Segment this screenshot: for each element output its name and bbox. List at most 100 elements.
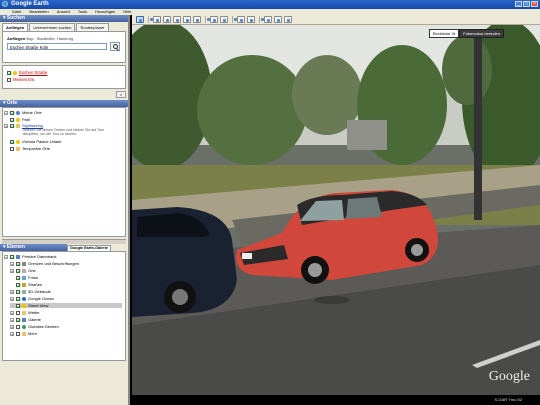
checkbox[interactable] (16, 268, 20, 273)
minimize-button[interactable]: _ (515, 1, 522, 7)
image-overlay-icon[interactable] (183, 16, 191, 23)
sidebar-toggle-icon[interactable] (136, 16, 144, 23)
weather-folder-icon (22, 310, 26, 315)
folder-icon (16, 146, 20, 151)
status-text: S-GAR Ymu 52 (494, 397, 523, 402)
expand-toggle[interactable]: + (10, 317, 14, 322)
maximize-button[interactable]: □ (523, 1, 530, 7)
globe-folder-icon (16, 110, 20, 115)
search-result-link[interactable]: Meinen Ew (13, 77, 34, 82)
checkbox[interactable] (10, 254, 14, 259)
search-result-link[interactable]: Eschen Straße (19, 70, 47, 75)
checkbox[interactable] (16, 296, 20, 301)
checkbox[interactable] (16, 324, 20, 329)
search-hint: Anfliegen Bsp.: Stadtmitte, Hamburg (7, 36, 73, 41)
tree-item[interactable]: Temporäre Orte (4, 146, 50, 151)
checkbox[interactable] (10, 139, 14, 144)
layer-item[interactable]: +3D-Gebäude (10, 289, 51, 294)
toolbar-separator (148, 16, 153, 23)
expand-toggle[interactable]: + (10, 296, 14, 301)
planet-icon[interactable] (237, 16, 245, 23)
polygon-icon[interactable] (163, 16, 171, 23)
layer-item[interactable]: Straßen (10, 282, 42, 287)
layers-panel-header[interactable]: ▾ Ebenen (0, 244, 67, 251)
toolbar (132, 15, 540, 25)
expand-toggle[interactable]: + (10, 310, 14, 315)
collapse-toggle[interactable]: − (4, 254, 8, 259)
checkbox[interactable] (10, 146, 14, 151)
earth-viewer[interactable]: Eindrücke Vt Fotomodus beenden Google S-… (132, 25, 540, 405)
expand-toggle[interactable]: + (10, 289, 14, 294)
checkbox[interactable] (10, 117, 14, 122)
email-icon[interactable] (264, 16, 272, 23)
tree-item[interactable]: Park (10, 117, 30, 122)
search-hint-text: Bsp.: Stadtmitte, Hamburg (26, 36, 74, 41)
expand-toggle[interactable]: + (10, 324, 14, 329)
database-icon (16, 254, 20, 259)
layer-label: Orte (28, 268, 36, 273)
checkbox[interactable] (7, 70, 11, 75)
expand-toggle[interactable]: + (4, 123, 8, 128)
layer-item[interactable]: Fotos (10, 275, 38, 280)
print-icon[interactable] (274, 16, 282, 23)
expand-toggle[interactable]: + (10, 261, 14, 266)
layer-label: Mehr (28, 331, 38, 336)
tab-routenplaner[interactable]: Routenplaner (76, 23, 109, 31)
layer-item[interactable]: + Globales Denken (10, 324, 59, 329)
layer-label: Fotos (28, 275, 39, 280)
status-bar: S-GAR Ymu 52 (132, 395, 540, 405)
tab-anfliegen[interactable]: Anfliegen (2, 23, 29, 31)
clear-results-button[interactable]: × (116, 91, 126, 98)
close-button[interactable]: × (531, 1, 538, 7)
search-panel-header[interactable]: ▾ Suchen (0, 15, 128, 22)
gallery-icon (22, 317, 26, 322)
expand-toggle[interactable]: + (10, 268, 14, 273)
maps-icon[interactable] (284, 16, 292, 23)
tree-item[interactable]: − Meine Orte (4, 110, 42, 115)
exit-photo-mode-button[interactable]: Fotomodus beenden (459, 29, 504, 38)
checkbox[interactable] (16, 261, 20, 266)
expand-toggle[interactable]: + (10, 331, 14, 336)
sunlight-icon[interactable] (220, 16, 228, 23)
places-panel-header[interactable]: ▾ Orte (0, 100, 128, 107)
tab-google-earth-galerie[interactable]: Google Earth-Galerie (67, 244, 111, 251)
exit-street-view-button[interactable]: Eindrücke Vt (428, 29, 460, 38)
checkbox[interactable] (16, 310, 20, 315)
checkbox[interactable] (7, 77, 11, 82)
checkbox[interactable] (10, 110, 14, 115)
window-controls: _ □ × (515, 1, 538, 7)
checkbox[interactable] (16, 282, 20, 287)
checkbox[interactable] (10, 123, 14, 128)
layer-item[interactable]: + Grenzen und Beschriftungen (10, 261, 79, 266)
historical-imagery-icon[interactable] (210, 16, 218, 23)
checkbox[interactable] (16, 303, 20, 308)
spacer (4, 146, 8, 151)
layer-label: Galerie (28, 317, 41, 322)
layer-item[interactable]: + Google Ocean (10, 296, 54, 301)
checkbox[interactable] (16, 275, 20, 280)
tab-unternehmen-suchen[interactable]: Unternehmen suchen (29, 23, 76, 31)
record-tour-icon[interactable] (193, 16, 201, 23)
checkbox[interactable] (16, 289, 20, 294)
checkbox[interactable] (16, 317, 20, 322)
toolbar-separator (259, 16, 264, 23)
search-tab-panel: Anfliegen Bsp.: Stadtmitte, Hamburg Esch… (2, 31, 126, 63)
layer-item[interactable]: + Orte (10, 268, 36, 273)
layer-item[interactable]: − Primäre Datenbank (4, 254, 56, 259)
placemark-icon[interactable] (153, 16, 161, 23)
path-icon[interactable] (173, 16, 181, 23)
title-bar: Google Earth _ □ × (0, 0, 540, 9)
collapse-toggle[interactable]: − (4, 110, 8, 115)
layer-item[interactable]: + Wetter (10, 310, 40, 315)
layer-item[interactable]: + Mehr (10, 331, 37, 336)
search-button[interactable] (110, 42, 120, 51)
tree-item[interactable]: Victoria Palace Urlaub (10, 139, 62, 144)
layer-item-selected[interactable]: Street View (10, 303, 122, 308)
ocean-icon (22, 296, 26, 301)
checkbox[interactable] (16, 331, 20, 336)
ruler-icon[interactable] (247, 16, 255, 23)
search-result-item[interactable]: Eschen Straße (7, 70, 47, 75)
search-result-item[interactable]: Meinen Ew (7, 77, 34, 82)
layer-item[interactable]: + Galerie (10, 317, 41, 322)
search-input[interactable]: Eschen Straße Köln (7, 43, 107, 50)
